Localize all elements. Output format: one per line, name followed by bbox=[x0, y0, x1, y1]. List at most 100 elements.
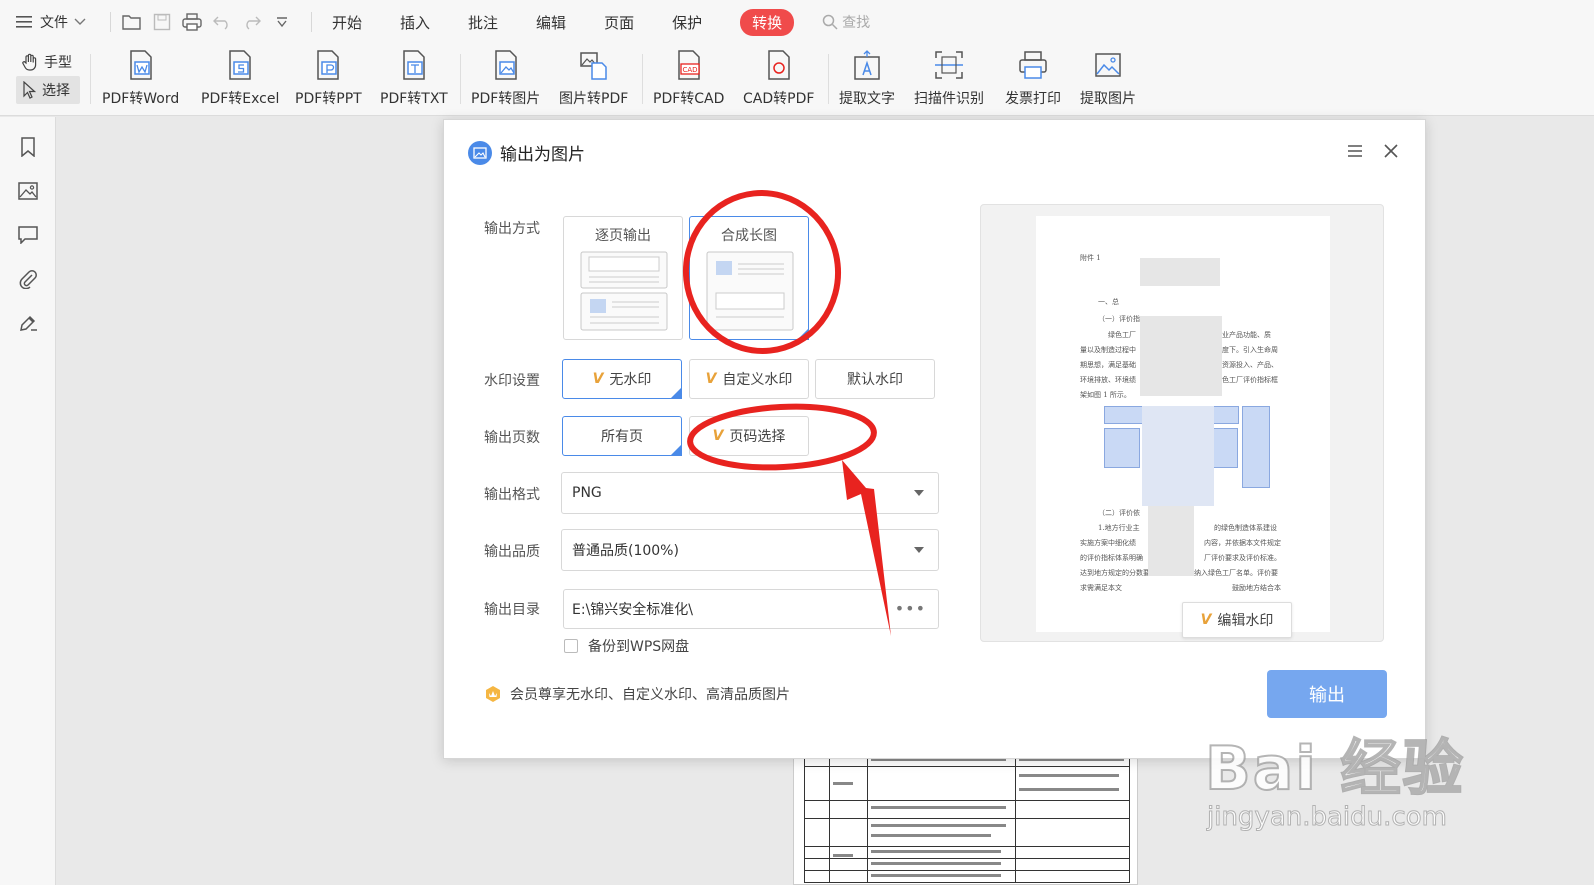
selected-corner-mark bbox=[670, 387, 682, 399]
menu-icon[interactable] bbox=[1346, 142, 1368, 164]
divider bbox=[110, 12, 111, 32]
hamburger-icon bbox=[16, 16, 32, 28]
print-icon[interactable] bbox=[181, 11, 203, 33]
save-icon[interactable] bbox=[151, 11, 173, 33]
mode-long-image-label: 合成长图 bbox=[721, 228, 777, 244]
pdf-to-cad-button[interactable]: CAD PDF转CAD bbox=[653, 48, 724, 108]
pdf-to-excel-button[interactable]: PDF转Excel bbox=[201, 48, 279, 108]
watermark-default-label: 默认水印 bbox=[847, 372, 903, 388]
tab-protect[interactable]: 保护 bbox=[672, 12, 702, 33]
preview-text: （一）评价指 bbox=[1098, 315, 1140, 323]
customize-dropdown-icon[interactable] bbox=[271, 11, 293, 33]
pages-all-button[interactable]: 所有页 bbox=[562, 416, 682, 456]
preview-text: （二）评价依 bbox=[1098, 509, 1140, 517]
bookmark-icon[interactable] bbox=[16, 135, 40, 159]
close-icon[interactable] bbox=[1382, 142, 1404, 164]
preview-page: 附件 1 一、总 （一）评价指 绿色工厂（ 业产品功能、质 量以及制造过程中 度… bbox=[1036, 216, 1330, 638]
pdf-to-word-button[interactable]: PDF转Word bbox=[102, 48, 179, 108]
preview-text: 厂评价要求及评价标准。 bbox=[1204, 554, 1281, 562]
dialog-header: 输出为图片 bbox=[468, 140, 585, 165]
scan-recognition-icon bbox=[935, 51, 963, 79]
pdf-to-txt-button[interactable]: PDF转TXT bbox=[380, 48, 448, 108]
chevron-down-icon bbox=[74, 18, 86, 25]
search-placeholder: 查找 bbox=[842, 15, 871, 31]
per-page-illustration bbox=[580, 251, 668, 331]
tab-edit[interactable]: 编辑 bbox=[536, 12, 566, 33]
extract-text-button[interactable]: 提取文字 bbox=[839, 48, 895, 108]
image-to-pdf-button[interactable]: 图片转PDF bbox=[559, 48, 628, 108]
hand-tool-button[interactable]: 手型 bbox=[16, 48, 80, 76]
hand-tool-label: 手型 bbox=[44, 55, 72, 71]
mode-long-image[interactable]: 合成长图 bbox=[689, 216, 809, 340]
pdf-to-ppt-button[interactable]: PDF转PPT bbox=[295, 48, 362, 108]
preview-text: 色工厂评价指标框 bbox=[1222, 376, 1278, 384]
scan-recognition-button[interactable]: 扫描件识别 bbox=[914, 48, 984, 108]
preview-text: 达到地方规定的分数要求 bbox=[1080, 569, 1157, 577]
undo-icon[interactable] bbox=[211, 11, 233, 33]
preview-chart-block bbox=[1104, 428, 1140, 468]
directory-value: E:\锦兴安全标准化\ bbox=[572, 602, 693, 618]
selected-corner-mark bbox=[797, 328, 809, 340]
preview-text: 的绿色制造体系建设 bbox=[1214, 524, 1277, 532]
pdf-to-image-icon bbox=[494, 50, 517, 80]
vip-v-icon: V bbox=[1200, 612, 1212, 628]
divider bbox=[311, 12, 312, 32]
tab-comment[interactable]: 批注 bbox=[468, 12, 498, 33]
mode-per-page[interactable]: 逐页输出 bbox=[563, 216, 683, 340]
redo-icon[interactable] bbox=[241, 11, 263, 33]
open-folder-icon[interactable] bbox=[121, 11, 143, 33]
tab-start[interactable]: 开始 bbox=[332, 12, 362, 33]
ribbon-toolbar: 手型 选择 PDF转Word PDF转Excel PDF转PPT PDF转TXT… bbox=[0, 44, 1594, 116]
watermark-brand: Bai 经验 bbox=[1204, 733, 1465, 805]
file-menu[interactable]: 文件 bbox=[16, 12, 86, 32]
tab-convert[interactable]: 转换 bbox=[740, 8, 795, 36]
watermark-none-button[interactable]: V 无水印 bbox=[562, 359, 682, 399]
preview-text: 绿色工厂（ bbox=[1108, 331, 1143, 339]
comment-icon[interactable] bbox=[16, 223, 40, 247]
preview-chart-block bbox=[1242, 406, 1270, 488]
preview-text: 内容，并依据本文件规定 bbox=[1204, 539, 1281, 547]
signature-pen-icon[interactable] bbox=[16, 311, 40, 335]
extract-text-icon bbox=[854, 50, 880, 80]
edit-watermark-label: 编辑水印 bbox=[1217, 613, 1274, 629]
search-icon bbox=[822, 14, 838, 30]
thumbnail-image-icon[interactable] bbox=[16, 179, 40, 203]
attachment-icon[interactable] bbox=[16, 267, 40, 291]
pages-range-button[interactable]: V 页码选择 bbox=[689, 416, 809, 456]
preview-text: 实施方案中细化绩 bbox=[1080, 539, 1136, 547]
vip-crown-icon bbox=[486, 686, 500, 702]
export-button[interactable]: 输出 bbox=[1267, 670, 1387, 718]
cad-to-pdf-button[interactable]: CAD转PDF bbox=[743, 48, 814, 108]
browse-more-icon[interactable]: ••• bbox=[895, 599, 926, 618]
tool-mode-group: 手型 选择 bbox=[16, 48, 80, 104]
long-image-illustration bbox=[706, 251, 794, 331]
selected-corner-mark bbox=[670, 444, 682, 456]
preview-panel: 附件 1 一、总 （一）评价指 绿色工厂（ 业产品功能、质 量以及制造过程中 度… bbox=[980, 204, 1384, 642]
tab-page[interactable]: 页面 bbox=[604, 12, 634, 33]
tab-insert[interactable]: 插入 bbox=[400, 12, 430, 33]
edit-watermark-button[interactable]: V 编辑水印 bbox=[1182, 602, 1292, 638]
preview-text: 附件 1 bbox=[1080, 254, 1101, 262]
cad-to-pdf-label: CAD转PDF bbox=[743, 91, 815, 107]
backup-checkbox-row[interactable]: 备份到WPS网盘 bbox=[564, 636, 689, 656]
format-value: PNG bbox=[572, 485, 602, 501]
svg-text:CAD: CAD bbox=[682, 66, 697, 74]
pdf-to-word-label: PDF转Word bbox=[102, 91, 180, 107]
invoice-print-button[interactable]: 发票打印 bbox=[1005, 48, 1061, 108]
format-select[interactable]: PNG bbox=[561, 472, 939, 514]
extract-image-button[interactable]: 提取图片 bbox=[1080, 48, 1136, 108]
search-box[interactable]: 查找 bbox=[822, 12, 870, 32]
divider bbox=[90, 54, 91, 104]
pdf-to-image-button[interactable]: PDF转图片 bbox=[471, 48, 540, 108]
select-tool-button[interactable]: 选择 bbox=[16, 76, 80, 104]
vip-v-icon: V bbox=[592, 371, 604, 387]
directory-input[interactable]: E:\锦兴安全标准化\ ••• bbox=[563, 589, 939, 629]
quality-select[interactable]: 普通品质(100%) bbox=[561, 529, 939, 571]
pdf-to-txt-label: PDF转TXT bbox=[380, 91, 448, 107]
pdf-to-cad-label: PDF转CAD bbox=[653, 91, 725, 107]
watermark-custom-button[interactable]: V 自定义水印 bbox=[689, 359, 809, 399]
backup-checkbox[interactable] bbox=[564, 639, 578, 653]
pdf-to-cad-icon: CAD bbox=[677, 50, 700, 80]
watermark-default-button[interactable]: 默认水印 bbox=[815, 359, 935, 399]
hand-icon bbox=[22, 53, 37, 71]
